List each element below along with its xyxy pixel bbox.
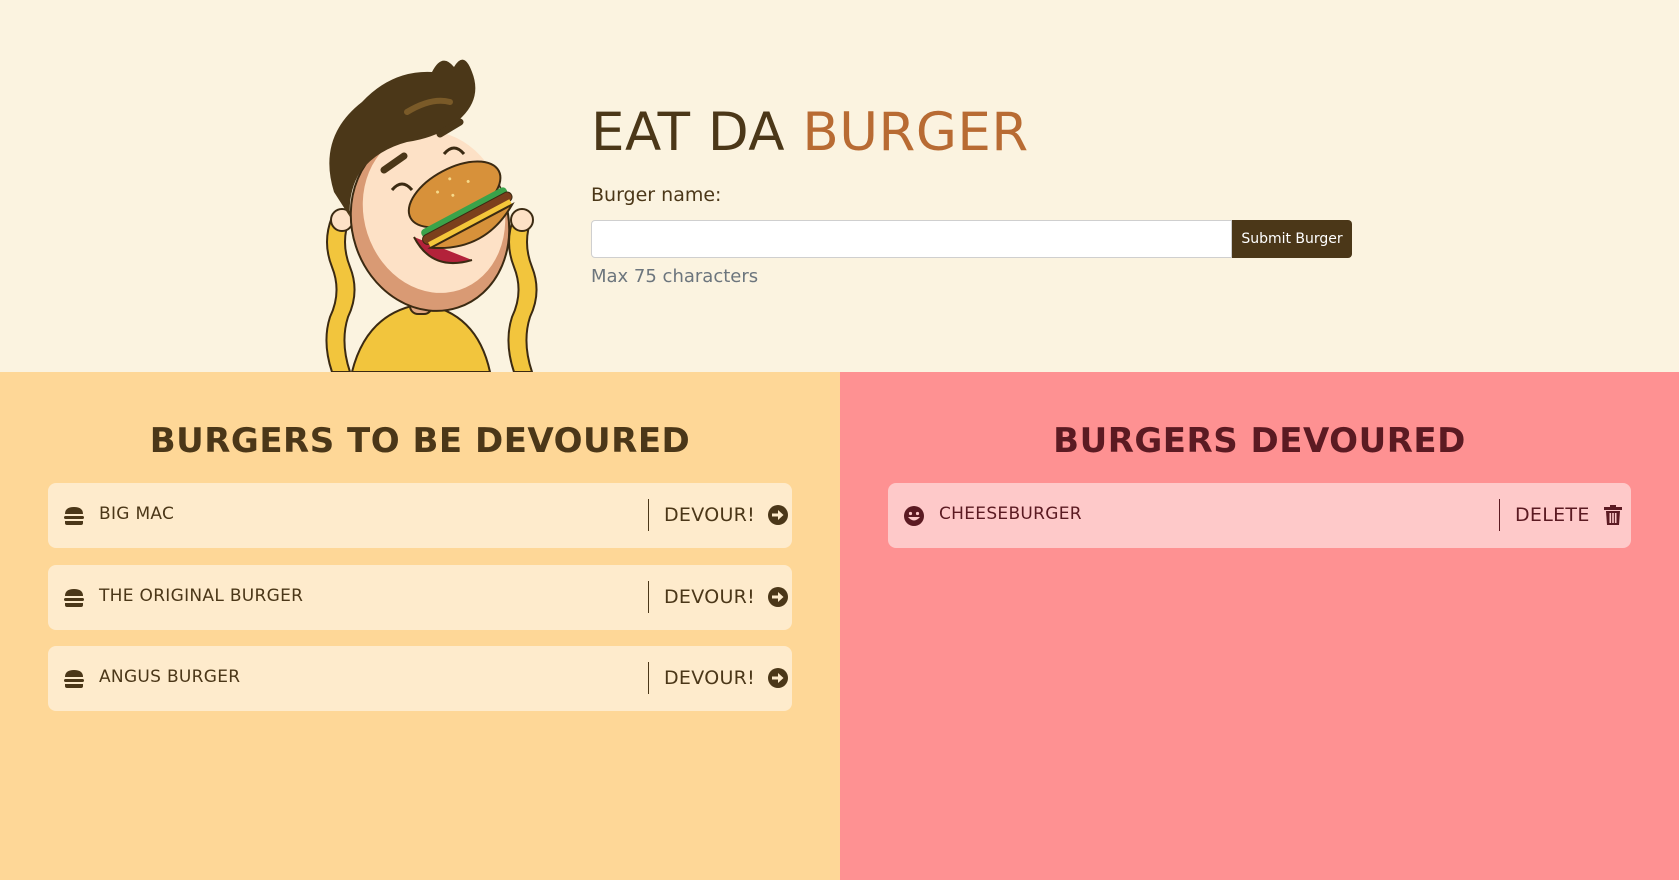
help-text: Max 75 characters	[591, 266, 759, 287]
to-devour-title: BURGERS TO BE DEVOURED	[149, 421, 691, 461]
burger-name: CHEESEBURGER	[939, 504, 1082, 524]
burger-name: ANGUS BURGER	[99, 667, 241, 687]
divider	[648, 581, 649, 613]
list-item: CHEESEBURGER DELETE	[888, 483, 1631, 548]
list-item: ANGUS BURGER DEVOUR!	[48, 646, 792, 711]
burger-name: THE ORIGINAL BURGER	[99, 586, 304, 606]
arrow-circle-right-icon	[768, 587, 789, 607]
title-main: EAT DA	[591, 102, 803, 163]
devour-button[interactable]: DEVOUR!	[664, 495, 789, 535]
divider	[648, 499, 649, 531]
page-title: EAT DA BURGER	[591, 102, 1029, 163]
grin-icon	[904, 506, 924, 526]
list-item: BIG MAC DEVOUR!	[48, 483, 792, 548]
trash-icon	[1603, 505, 1622, 525]
burger-name: BIG MAC	[99, 504, 175, 524]
devour-button[interactable]: DEVOUR!	[664, 658, 789, 698]
arrow-circle-right-icon	[768, 668, 789, 688]
list-item: THE ORIGINAL BURGER DEVOUR!	[48, 565, 792, 630]
devour-button[interactable]: DEVOUR!	[664, 577, 789, 617]
hamburger-icon	[64, 507, 84, 525]
devour-label: DEVOUR!	[664, 586, 756, 608]
devoured-panel: BURGERS DEVOURED CHEESEBURGER DELETE	[840, 372, 1679, 880]
delete-button[interactable]: DELETE	[1515, 495, 1624, 535]
hamburger-icon	[64, 670, 84, 688]
divider	[648, 662, 649, 694]
devoured-title: BURGERS DEVOURED	[1053, 421, 1466, 461]
header: EAT DA BURGER Burger name: Submit Burger…	[0, 0, 1679, 372]
submit-burger-button[interactable]: Submit Burger	[1232, 220, 1352, 258]
devour-label: DEVOUR!	[664, 504, 756, 526]
burger-name-input[interactable]	[591, 220, 1232, 258]
title-accent: BURGER	[802, 102, 1029, 163]
hamburger-icon	[64, 589, 84, 607]
arrow-circle-right-icon	[768, 505, 789, 525]
to-devour-panel: BURGERS TO BE DEVOURED BIG MAC DEVOUR! T…	[0, 372, 840, 880]
divider	[1499, 499, 1500, 531]
burger-name-label: Burger name:	[591, 184, 722, 206]
devour-label: DEVOUR!	[664, 667, 756, 689]
delete-label: DELETE	[1515, 504, 1590, 526]
burger-mascot-image	[325, 59, 538, 372]
